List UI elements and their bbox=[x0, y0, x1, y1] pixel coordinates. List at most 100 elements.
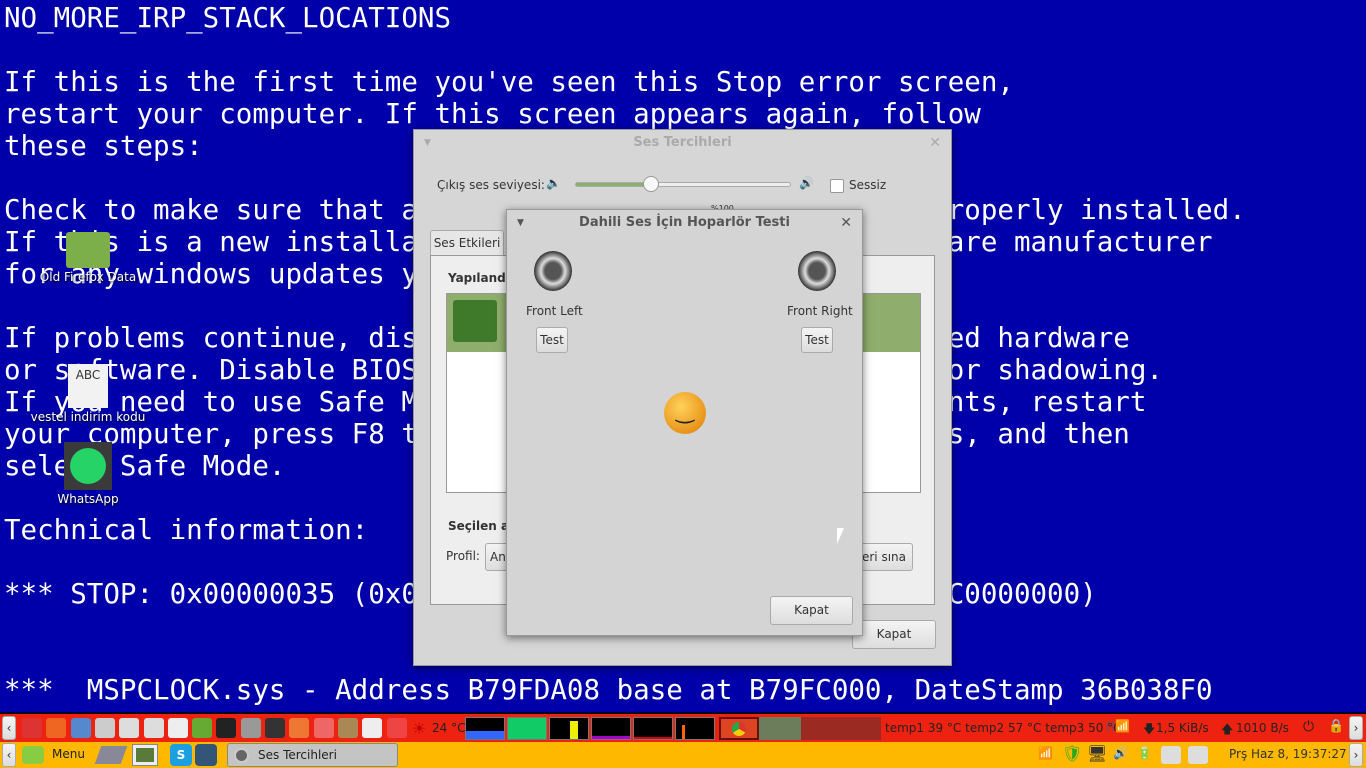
mem-graph bbox=[507, 717, 547, 740]
volume-icon[interactable]: 🔊 bbox=[1113, 746, 1128, 760]
mute-checkbox[interactable] bbox=[830, 179, 844, 193]
desktop-icon-vestel-indirim-kodu[interactable]: ABC vestel indirim kodu bbox=[28, 364, 148, 424]
load-graph bbox=[633, 717, 673, 740]
drive-icon[interactable] bbox=[1188, 746, 1208, 764]
spotify-launcher-icon[interactable] bbox=[192, 718, 213, 738]
mute-label: Sessiz bbox=[849, 178, 887, 192]
window-title: Ses Tercihleri bbox=[633, 135, 732, 150]
image-viewer-launcher-icon[interactable] bbox=[313, 718, 334, 738]
volume-high-icon: 🔊 bbox=[799, 176, 814, 190]
bsod-line: *** MSPCLOCK.sys - Address B79FDA08 base… bbox=[4, 674, 1213, 706]
section-heading: Yapılandı bbox=[448, 271, 510, 285]
panel-scroll-right[interactable]: › bbox=[1349, 716, 1363, 740]
shield-icon[interactable]: 🛡 bbox=[1062, 744, 1082, 763]
media-player-launcher-icon[interactable] bbox=[265, 718, 285, 738]
swap-graph bbox=[591, 717, 631, 740]
text-file-icon: ABC bbox=[68, 364, 108, 408]
gimp-launcher-icon[interactable] bbox=[337, 718, 358, 738]
taskbar-item-label: Ses Tercihleri bbox=[258, 748, 337, 762]
top-panel: ‹ ☀ 24 °C temp1 39 °C temp2 57 °C temp3 … bbox=[0, 712, 1366, 742]
battery-icon[interactable]: 🔋 bbox=[1137, 746, 1152, 760]
slider-knob[interactable] bbox=[642, 176, 659, 192]
folder-icon bbox=[66, 232, 110, 268]
title-bar: ▼ Ses Tercihleri ✕ bbox=[414, 130, 951, 156]
drive-icon[interactable] bbox=[1161, 746, 1181, 764]
disk-graph bbox=[675, 717, 715, 740]
display-icon[interactable]: 🖥 bbox=[1087, 744, 1107, 763]
taskbar-item-sound-preferences[interactable]: Ses Tercihleri bbox=[227, 743, 398, 767]
skype-icon[interactable]: S bbox=[170, 744, 192, 766]
download-speed: 1,5 KiB/s bbox=[1156, 721, 1209, 735]
speaker-right-icon bbox=[798, 251, 836, 291]
panel-scroll-right[interactable]: › bbox=[1349, 743, 1363, 767]
icon-label: WhatsApp bbox=[57, 492, 119, 506]
system-monitor-launcher-icon[interactable] bbox=[240, 718, 261, 738]
mouse-cursor-icon bbox=[837, 528, 844, 544]
show-desktop-icon[interactable] bbox=[132, 744, 158, 766]
window-list-item[interactable] bbox=[759, 717, 801, 740]
desktop-icon-whatsapp[interactable]: WhatsApp bbox=[28, 442, 148, 506]
test-front-right-button[interactable]: Test bbox=[801, 327, 833, 353]
bsod-line: NO_MORE_IRP_STACK_LOCATIONS bbox=[4, 2, 452, 34]
text-editor-launcher-icon[interactable] bbox=[362, 718, 383, 738]
power-icon[interactable]: ⏻ bbox=[1303, 719, 1314, 735]
close-button[interactable]: Kapat bbox=[770, 596, 853, 625]
profile-label: Profil: bbox=[446, 549, 480, 563]
menu-button[interactable]: Menu bbox=[52, 747, 85, 761]
signal-icon[interactable]: 📶 bbox=[1038, 746, 1053, 760]
panel-scroll-left[interactable]: ‹ bbox=[2, 716, 16, 740]
volume-low-icon: 🔈 bbox=[546, 176, 561, 190]
whatsapp-icon bbox=[64, 442, 112, 490]
settings-launcher-icon[interactable] bbox=[94, 718, 115, 738]
front-left-label: Front Left bbox=[526, 304, 583, 318]
icon-label: vestel indirim kodu bbox=[30, 410, 146, 424]
window-list-item[interactable] bbox=[801, 717, 881, 740]
smiley-icon: ‿ bbox=[664, 392, 706, 434]
video-editor-launcher-icon[interactable] bbox=[289, 718, 310, 738]
upload-arrow-icon: 🡅 bbox=[1221, 722, 1234, 736]
desktop-icon-old-firefox-data[interactable]: Old Firefox Data bbox=[28, 228, 148, 284]
chrome-launcher-icon[interactable] bbox=[22, 718, 42, 738]
window-title: Dahili Ses İçin Hoparlör Testi bbox=[579, 215, 790, 230]
temperature-readout: temp1 39 °C temp2 57 °C temp3 50 °C bbox=[885, 721, 1122, 735]
chromium-launcher-icon[interactable] bbox=[70, 718, 91, 738]
close-icon[interactable]: ✕ bbox=[840, 210, 852, 236]
speaker-app-icon bbox=[234, 748, 249, 763]
window-menu-icon[interactable]: ▼ bbox=[517, 210, 524, 236]
browser-icon[interactable] bbox=[195, 744, 217, 766]
net-graph bbox=[549, 717, 589, 740]
upload-speed: 1010 B/s bbox=[1236, 721, 1289, 735]
cpu-chip-icon[interactable] bbox=[94, 746, 128, 764]
firefox-launcher-icon[interactable] bbox=[46, 718, 67, 738]
speaker-test-window: ▼ Dahili Ses İçin Hoparlör Testi ✕ Front L… bbox=[506, 209, 863, 636]
calculator-launcher-icon[interactable] bbox=[167, 718, 188, 738]
window-menu-icon[interactable]: ▼ bbox=[424, 130, 431, 156]
terminal-launcher-icon[interactable] bbox=[216, 718, 237, 738]
panel-scroll-left[interactable]: ‹ bbox=[2, 743, 16, 767]
close-icon[interactable]: ✕ bbox=[929, 130, 941, 156]
title-bar: ▼ Dahili Ses İçin Hoparlör Testi ✕ bbox=[507, 210, 862, 236]
test-front-left-button[interactable]: Test bbox=[536, 327, 568, 353]
bsod-line: restart your computer. If this screen ap… bbox=[4, 98, 981, 130]
sound-card-icon bbox=[453, 300, 497, 342]
usb-launcher-icon[interactable] bbox=[119, 718, 140, 738]
icon-label: Old Firefox Data bbox=[39, 270, 137, 284]
weather-icon: ☀ bbox=[412, 719, 427, 738]
bottom-panel: ‹ Menu S Ses Tercihleri 📶 🛡 🖥 🔊 🔋 Prş Ha… bbox=[0, 742, 1366, 768]
chrome-icon bbox=[732, 722, 746, 736]
close-button[interactable]: Kapat bbox=[852, 620, 936, 649]
usb-launcher-icon[interactable] bbox=[143, 718, 164, 738]
front-right-label: Front Right bbox=[787, 304, 853, 318]
tab-sound-effects[interactable]: Ses Etkileri bbox=[430, 230, 504, 256]
bsod-line: If this is the first time you've seen th… bbox=[4, 66, 1014, 98]
network-icon: ((📶 bbox=[1106, 719, 1131, 733]
windows-installer-launcher-icon[interactable] bbox=[386, 718, 407, 738]
speaker-left-icon bbox=[534, 251, 572, 291]
clock[interactable]: Prş Haz 8, 19:37:27 bbox=[1229, 747, 1347, 761]
lock-icon[interactable]: 🔒 bbox=[1328, 719, 1344, 734]
volume-slider[interactable] bbox=[575, 176, 791, 192]
mint-menu-icon[interactable] bbox=[22, 746, 44, 764]
bsod-line bbox=[4, 34, 1246, 66]
window-list-chrome[interactable] bbox=[719, 717, 759, 740]
cpu-graph bbox=[465, 717, 505, 740]
